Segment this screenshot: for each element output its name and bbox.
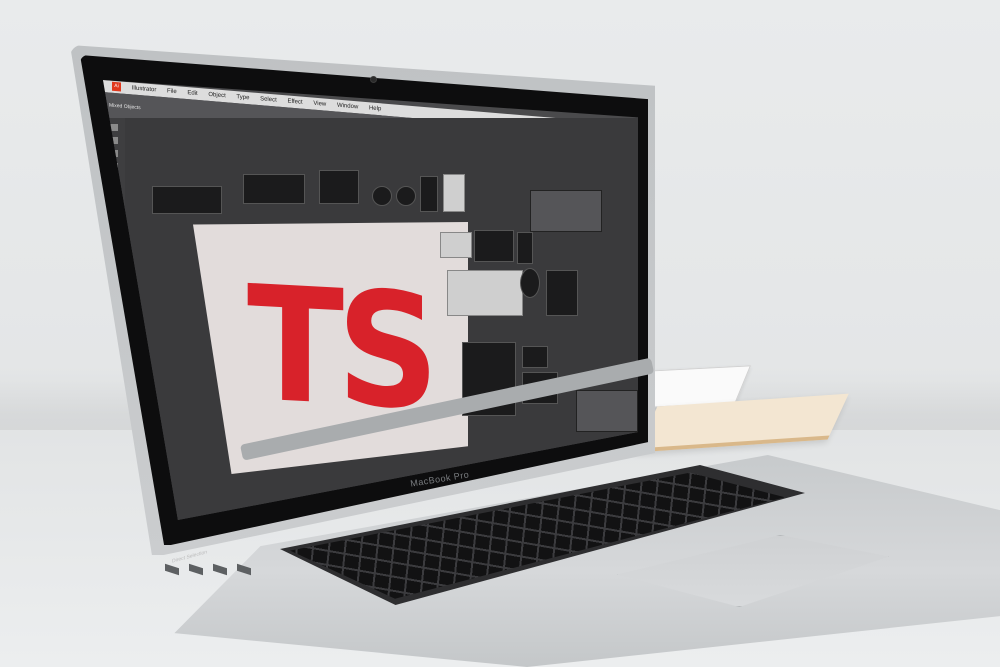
illustrator-app-icon: Ai [112, 81, 121, 92]
laptop-object[interactable] [474, 230, 514, 262]
port-icon [237, 563, 251, 576]
studio-speakers-object[interactable] [546, 270, 578, 316]
port-icon [213, 563, 227, 576]
mp3-player-object[interactable] [420, 176, 438, 212]
headphones-object[interactable] [522, 346, 548, 368]
menu-type[interactable]: Type [236, 94, 249, 101]
properties-panel[interactable] [530, 190, 602, 232]
menu-select[interactable]: Select [260, 96, 277, 103]
keyboard-object[interactable] [447, 270, 523, 316]
menu-window[interactable]: Window [337, 103, 358, 111]
menu-illustrator[interactable]: Illustrator [132, 85, 157, 93]
port-icon [189, 563, 203, 576]
menu-view[interactable]: View [313, 101, 326, 108]
ts-artwork[interactable]: TS [247, 252, 432, 446]
camera-object[interactable] [319, 170, 359, 204]
menu-edit[interactable]: Edit [187, 90, 197, 97]
camcorder-object[interactable] [243, 174, 305, 204]
menu-effect[interactable]: Effect [287, 98, 302, 105]
ipod-object[interactable] [443, 174, 465, 212]
speaker-object-1[interactable] [372, 186, 392, 206]
menu-object[interactable]: Object [208, 92, 225, 99]
swatches-panel[interactable] [576, 390, 638, 432]
port-icon [165, 563, 179, 576]
side-ports [165, 560, 315, 590]
phone-object[interactable] [517, 232, 533, 264]
menu-file[interactable]: File [167, 88, 177, 95]
speaker-object-2[interactable] [396, 186, 416, 206]
projector-object[interactable] [152, 186, 222, 214]
selection-type-label: Mixed Objects [109, 102, 141, 112]
mouse-object[interactable] [520, 268, 540, 298]
monitor-object[interactable] [440, 232, 472, 258]
menu-help[interactable]: Help [369, 105, 381, 112]
webcam-icon [370, 76, 377, 83]
